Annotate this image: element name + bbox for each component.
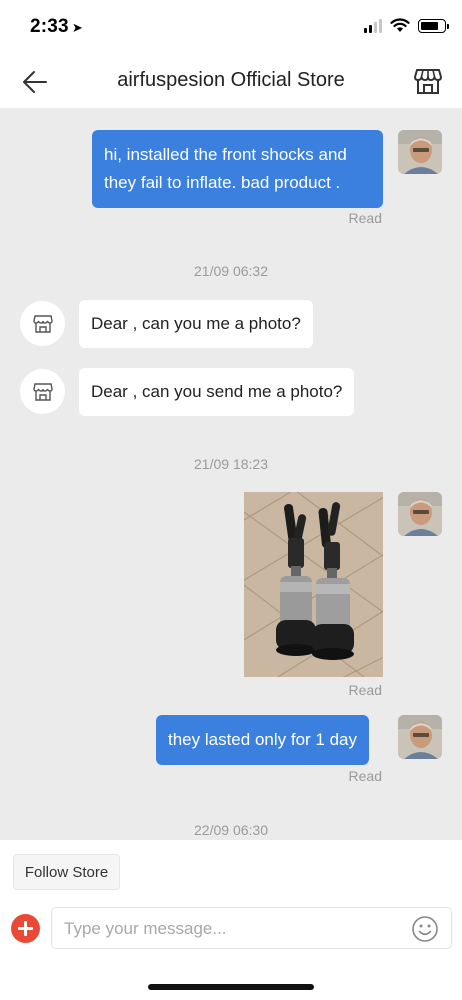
emoji-icon xyxy=(412,916,438,942)
read-receipt: Read xyxy=(348,682,382,698)
message-composer: Follow Store xyxy=(0,840,462,1000)
message-input[interactable] xyxy=(64,916,394,942)
store-avatar[interactable] xyxy=(20,369,65,414)
message-input-box[interactable] xyxy=(51,907,452,949)
user-avatar-image xyxy=(398,492,442,536)
location-arrow-icon: ➤ xyxy=(71,20,83,35)
store-button[interactable] xyxy=(412,65,444,97)
store-avatar[interactable] xyxy=(20,301,65,346)
user-avatar[interactable] xyxy=(398,715,442,759)
incoming-message[interactable]: Dear , can you send me a photo? xyxy=(79,368,355,416)
clock-text: 2:33 xyxy=(30,16,69,37)
page-title: airfuspesion Official Store xyxy=(117,69,345,91)
photo-image xyxy=(244,492,383,677)
incoming-message[interactable]: Dear , can you me a photo? xyxy=(79,300,313,348)
user-avatar-image xyxy=(398,715,442,759)
emoji-button[interactable] xyxy=(411,915,439,943)
cellular-signal-icon xyxy=(364,18,382,33)
chat-header: airfuspesion Official Store xyxy=(0,56,462,108)
read-receipt: Read xyxy=(348,768,382,784)
chat-thread[interactable]: hi, installed the front shocks and they … xyxy=(0,108,462,840)
outgoing-message[interactable]: hi, installed the front shocks and they … xyxy=(92,130,383,208)
timestamp: 22/09 06:30 xyxy=(194,822,268,838)
read-receipt: Read xyxy=(348,210,382,226)
store-icon xyxy=(32,314,53,333)
status-time: 2:33 ➤ xyxy=(30,16,83,38)
home-indicator[interactable] xyxy=(148,984,314,990)
user-avatar-image xyxy=(398,130,442,174)
plus-icon[interactable] xyxy=(11,914,40,943)
timestamp: 21/09 18:23 xyxy=(194,456,268,472)
user-avatar[interactable] xyxy=(398,492,442,536)
user-avatar[interactable] xyxy=(398,130,442,174)
timestamp: 21/09 06:32 xyxy=(194,263,268,279)
status-bar: 2:33 ➤ xyxy=(0,0,462,56)
follow-store-button[interactable]: Follow Store xyxy=(13,854,120,890)
store-icon xyxy=(32,382,53,401)
air-suspension-shocks-photo[interactable] xyxy=(244,492,383,677)
outgoing-message[interactable]: they lasted only for 1 day xyxy=(156,715,370,765)
status-icons xyxy=(364,18,449,33)
wifi-icon xyxy=(390,18,410,32)
store-icon xyxy=(414,69,442,94)
battery-icon xyxy=(418,18,449,33)
